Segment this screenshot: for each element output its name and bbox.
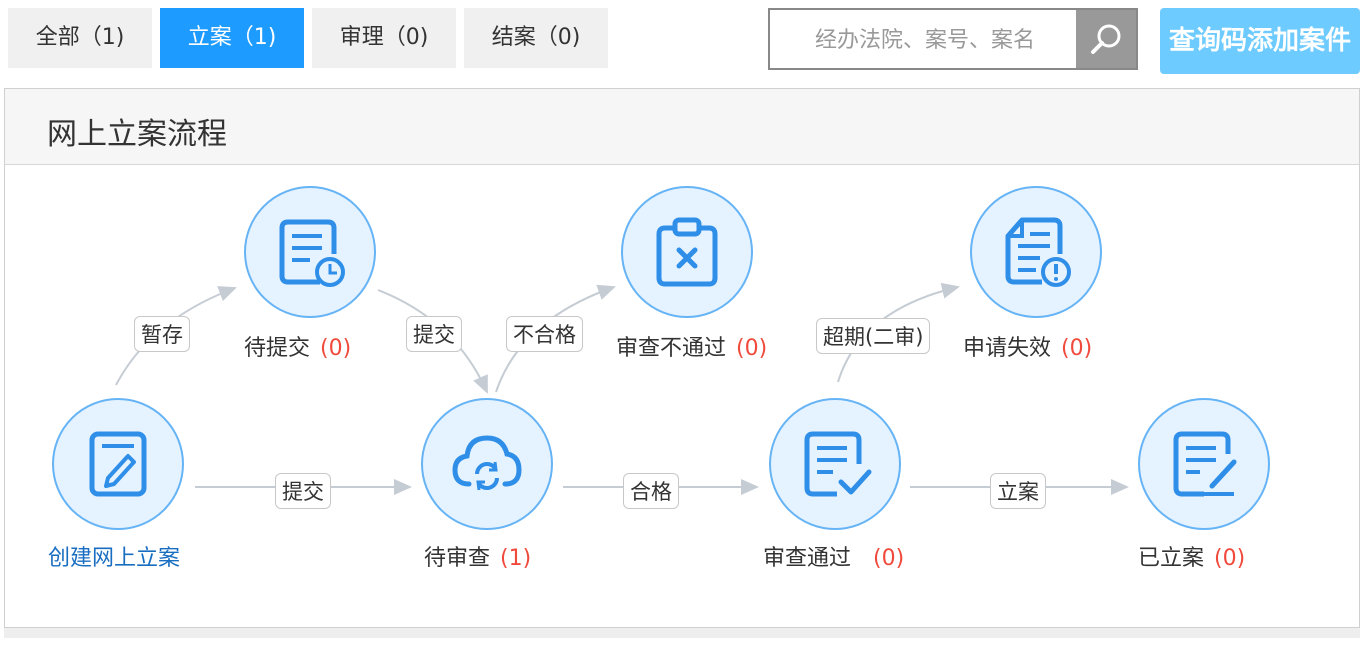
node-pending-review[interactable]	[421, 398, 553, 530]
status-count: (0)	[1061, 336, 1093, 361]
edge-label-submit-draft: 提交	[406, 316, 462, 352]
status-count: (0)	[1214, 546, 1246, 571]
edge-label-file-case: 立案	[990, 473, 1046, 509]
document-pen-icon	[1173, 431, 1237, 497]
node-review-passed-label: 审查通过 (0)	[763, 540, 904, 572]
node-pending-review-label: 待审查 (1)	[424, 540, 531, 572]
node-review-failed[interactable]	[621, 186, 753, 318]
status-name: 审查通过	[763, 546, 852, 571]
status-name: 已立案	[1138, 546, 1205, 571]
status-count: (1)	[500, 546, 532, 571]
edge-label-unqualified: 不合格	[506, 316, 583, 352]
node-expired[interactable]	[970, 186, 1102, 318]
status-name: 待提交	[244, 336, 311, 361]
edge-label-overdue: 超期(二审)	[816, 318, 931, 354]
document-clock-icon	[279, 219, 345, 287]
status-name: 待审查	[424, 546, 491, 571]
node-filed-label: 已立案 (0)	[1138, 540, 1245, 572]
node-create[interactable]	[52, 398, 184, 530]
node-pending-submit-label: 待提交 (0)	[244, 330, 351, 362]
status-name: 审查不通过	[616, 336, 727, 361]
status-count: (0)	[320, 336, 352, 361]
edit-form-icon	[89, 431, 147, 497]
node-review-failed-label: 审查不通过 (0)	[616, 330, 767, 362]
node-pending-submit[interactable]	[244, 186, 376, 318]
node-create-label[interactable]: 创建网上立案	[48, 540, 180, 572]
status-count: (0)	[873, 546, 905, 571]
status-name: 申请失效	[963, 336, 1052, 361]
edge-label-submit: 提交	[275, 473, 331, 509]
status-count: (0)	[736, 336, 768, 361]
cloud-sync-icon	[452, 435, 522, 491]
node-expired-label: 申请失效 (0)	[963, 330, 1092, 362]
clipboard-x-icon	[656, 217, 718, 287]
document-check-icon	[804, 431, 872, 497]
edge-label-save-draft: 暂存	[134, 316, 190, 352]
edge-label-qualified: 合格	[623, 473, 679, 509]
document-alert-icon	[1005, 217, 1071, 287]
node-filed[interactable]	[1138, 398, 1270, 530]
node-review-passed[interactable]	[769, 398, 901, 530]
